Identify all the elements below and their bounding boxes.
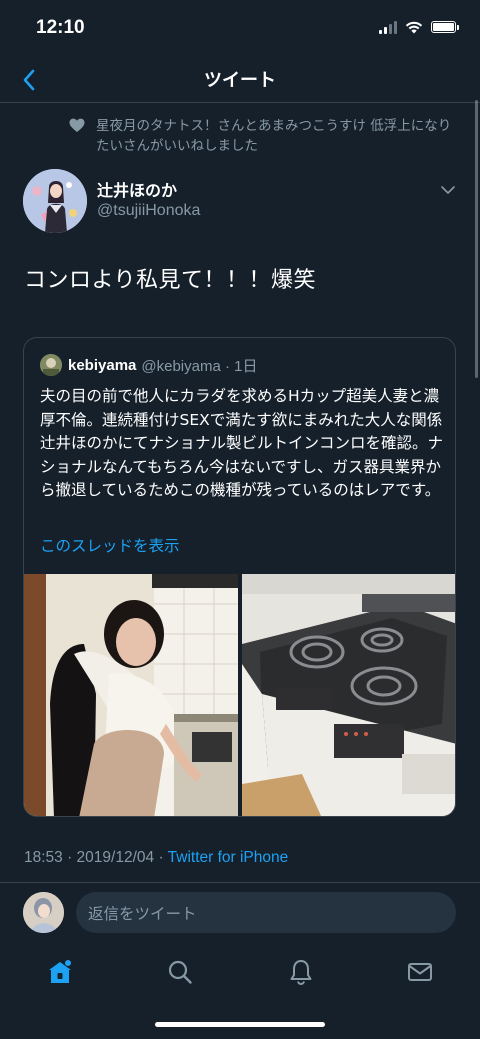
mail-icon [408, 963, 432, 981]
tab-search[interactable] [157, 950, 203, 994]
tweet-source-link[interactable]: Twitter for iPhone [168, 849, 289, 866]
heart-icon [69, 118, 85, 132]
author-handle[interactable]: @tsujiiHonoka [97, 202, 200, 220]
home-indicator[interactable] [155, 1022, 325, 1027]
tab-messages[interactable] [397, 950, 443, 994]
tweet-text: コンロより私見て！！！爆笑 [24, 268, 317, 293]
nav-bar: ツイート [0, 58, 480, 103]
quoted-author-name: kebiyama [68, 356, 137, 374]
quoted-author-avatar [40, 354, 62, 376]
tweet-timestamp: 18:53 · 2019/12/04 · [24, 849, 168, 866]
quoted-media[interactable] [24, 574, 456, 817]
tweet-meta: 18:53 · 2019/12/04 · Twitter for iPhone [24, 849, 288, 867]
quoted-author-handle-date: @kebiyama · 1日 [141, 357, 258, 375]
liked-by-context[interactable]: 星夜月のタナトス！さんとあまみつこうすけ 低浮上になりたいさんがいいねしました [69, 116, 462, 156]
cellular-signal-icon [379, 20, 397, 34]
chevron-down-icon[interactable] [440, 182, 456, 198]
search-icon [168, 960, 192, 984]
status-icons [379, 20, 459, 34]
scrollbar[interactable] [475, 100, 478, 378]
home-icon [49, 960, 71, 983]
show-thread-link[interactable]: このスレッドを表示 [40, 534, 180, 556]
battery-icon [431, 21, 459, 33]
tab-notifications[interactable] [278, 950, 324, 994]
status-time: 12:10 [36, 17, 85, 38]
quoted-tweet-text: 夫の目の前で他人にカラダを求めるHカップ超美人妻と濃厚不倫。連続種付けSEXで満… [40, 387, 444, 500]
quoted-photo-2[interactable] [242, 574, 456, 817]
quoted-tweet-header: kebiyama @kebiyama · 1日 [40, 354, 258, 376]
wifi-icon [405, 21, 423, 34]
reply-input[interactable]: 返信をツイート [76, 892, 456, 933]
page-title: ツイート [204, 70, 276, 91]
my-avatar[interactable] [23, 892, 64, 933]
reply-placeholder: 返信をツイート [88, 905, 197, 923]
bell-icon [290, 960, 312, 986]
liked-by-text: 星夜月のタナトス！さんとあまみつこうすけ 低浮上になりたいさんがいいねしました [96, 118, 452, 154]
divider [0, 882, 480, 883]
tab-home[interactable] [37, 950, 83, 994]
status-bar: 12:10 [0, 0, 480, 58]
author-avatar[interactable] [23, 169, 87, 233]
author-avatar-image [23, 169, 87, 233]
quoted-tweet-card[interactable]: kebiyama @kebiyama · 1日 夫の目の前で他人にカラダを求める… [23, 337, 456, 817]
quoted-photo-1[interactable] [24, 574, 238, 817]
author-name[interactable]: 辻井ほのか [97, 177, 177, 201]
